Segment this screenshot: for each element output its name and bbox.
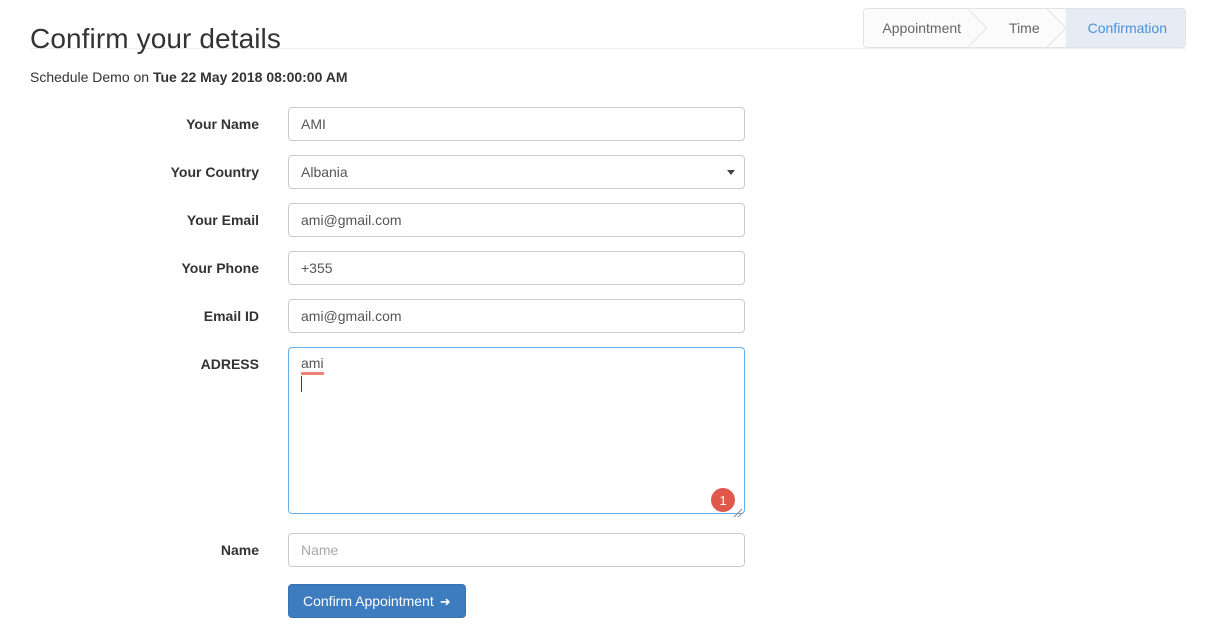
your-email-input[interactable]: [288, 203, 745, 237]
label-your-phone: Your Phone: [181, 260, 259, 276]
your-country-select[interactable]: Albania: [288, 155, 745, 189]
label-email-id: Email ID: [203, 308, 259, 324]
wizard-step-confirmation[interactable]: Confirmation: [1065, 9, 1185, 47]
confirm-appointment-button[interactable]: Confirm Appointment ➜: [288, 584, 466, 618]
chevron-down-icon: [727, 170, 735, 175]
chevron-right-icon: [968, 9, 988, 47]
submit-row-spacer: [0, 584, 259, 593]
label-name: Name: [220, 542, 259, 558]
adress-textarea[interactable]: [288, 347, 745, 514]
wizard-step-label: Appointment: [882, 20, 962, 36]
page-header: Confirm your details Appointment Time Co…: [30, 0, 1186, 54]
wizard-step-time[interactable]: Time: [987, 9, 1067, 47]
your-name-input[interactable]: [288, 107, 745, 141]
arrow-right-icon: ➜: [439, 593, 451, 609]
confirm-appointment-label: Confirm Appointment: [303, 593, 434, 609]
wizard-step-label: Time: [1009, 20, 1040, 36]
form-row-email: Your Email: [0, 203, 1216, 237]
schedule-prefix: Schedule Demo on: [30, 69, 150, 85]
form-row-adress: ADRESS ami 1: [0, 347, 1216, 519]
form-row-phone: Your Phone: [0, 251, 1216, 285]
label-your-email: Your Email: [186, 212, 259, 228]
form-row-email-id: Email ID: [0, 299, 1216, 333]
wizard-step-appointment[interactable]: Appointment: [864, 9, 988, 47]
name-input[interactable]: [288, 533, 745, 567]
schedule-summary: Schedule Demo on Tue 22 May 2018 08:00:0…: [30, 69, 1216, 85]
form-row-name: Your Name: [0, 107, 1216, 141]
schedule-datetime: Tue 22 May 2018 08:00:00 AM: [152, 69, 348, 85]
label-your-country: Your Country: [170, 164, 259, 180]
your-phone-input[interactable]: [288, 251, 745, 285]
page-title: Confirm your details: [30, 22, 281, 54]
chevron-right-icon: [1046, 9, 1067, 47]
form-row-country: Your Country Albania: [0, 155, 1216, 189]
email-id-input[interactable]: [288, 299, 745, 333]
label-adress: ADRESS: [200, 356, 259, 372]
confirm-details-form: Your Name Your Country Albania Your Emai…: [0, 107, 1216, 618]
your-country-selected-value: Albania: [301, 164, 348, 180]
label-your-name: Your Name: [186, 116, 259, 132]
wizard-step-label: Confirmation: [1087, 20, 1167, 36]
form-row-submit: Confirm Appointment ➜: [0, 584, 1216, 618]
wizard-breadcrumb: Appointment Time Confirmation: [863, 8, 1186, 48]
form-row-name2: Name: [0, 533, 1216, 567]
